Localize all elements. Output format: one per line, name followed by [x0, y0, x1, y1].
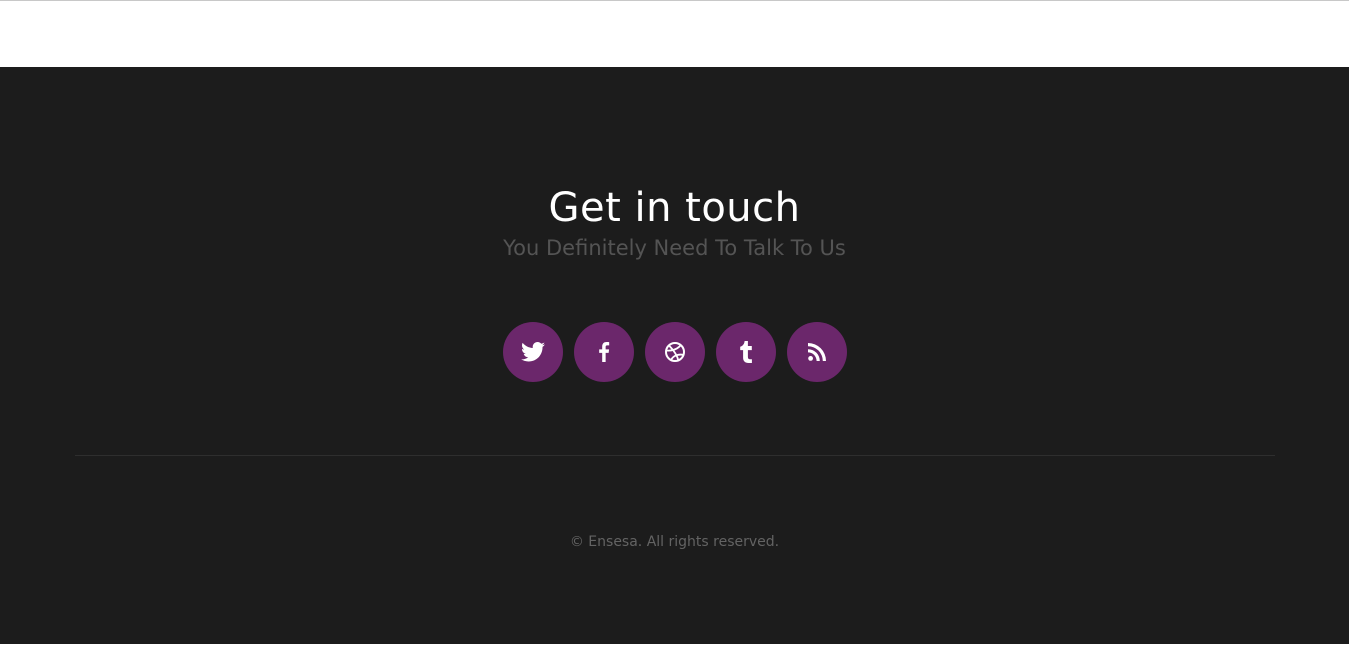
contact-title: Get in touch: [548, 185, 801, 231]
rss-icon: [807, 343, 826, 361]
twitter-icon: [520, 342, 545, 362]
tumblr-button[interactable]: [715, 322, 776, 382]
facebook-icon: [598, 342, 610, 362]
contact-subtitle: You Definitely Need To Talk To Us: [503, 236, 846, 260]
tumblr-icon: [739, 341, 753, 363]
rss-button[interactable]: [786, 322, 847, 382]
footer-divider: [75, 455, 1275, 456]
footer-section: Get in touch You Definitely Need To Talk…: [0, 67, 1349, 644]
top-border: [0, 0, 1349, 1]
social-links: [0, 322, 1349, 382]
dribbble-icon: [664, 341, 686, 363]
copyright-text: © Ensesa. All rights reserved.: [569, 534, 780, 550]
twitter-button[interactable]: [502, 322, 563, 382]
facebook-button[interactable]: [573, 322, 634, 382]
dribbble-button[interactable]: [644, 322, 705, 382]
